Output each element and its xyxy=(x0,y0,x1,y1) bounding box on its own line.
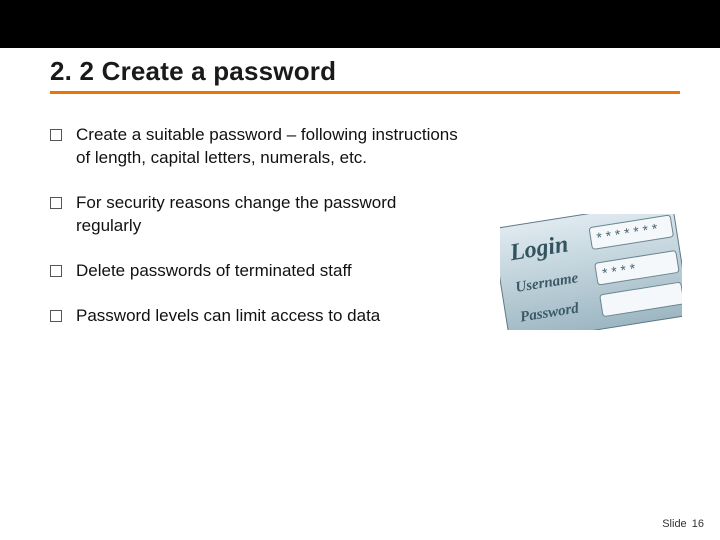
list-item: Password levels can limit access to data xyxy=(50,305,460,328)
bullet-text: For security reasons change the password… xyxy=(76,192,460,238)
checkbox-icon xyxy=(50,129,62,141)
heading-rule xyxy=(50,91,680,94)
bullet-text: Delete passwords of terminated staff xyxy=(76,260,460,283)
bullet-text: Password levels can limit access to data xyxy=(76,305,460,328)
slide-number-value: 16 xyxy=(692,518,704,530)
list-item: Create a suitable password – following i… xyxy=(50,124,460,170)
list-item: For security reasons change the password… xyxy=(50,192,460,238)
top-black-bar xyxy=(0,0,720,48)
bullet-text: Create a suitable password – following i… xyxy=(76,124,460,170)
slide-number-label: Slide xyxy=(662,518,686,530)
login-illustration: Login * * * * * * * Username * * * * Pas… xyxy=(500,214,682,330)
slide-number: Slide 16 xyxy=(662,518,704,530)
checkbox-icon xyxy=(50,265,62,277)
bullet-list: Create a suitable password – following i… xyxy=(50,124,460,328)
slide-heading: 2. 2 Create a password xyxy=(50,56,680,87)
checkbox-icon xyxy=(50,310,62,322)
checkbox-icon xyxy=(50,197,62,209)
list-item: Delete passwords of terminated staff xyxy=(50,260,460,283)
